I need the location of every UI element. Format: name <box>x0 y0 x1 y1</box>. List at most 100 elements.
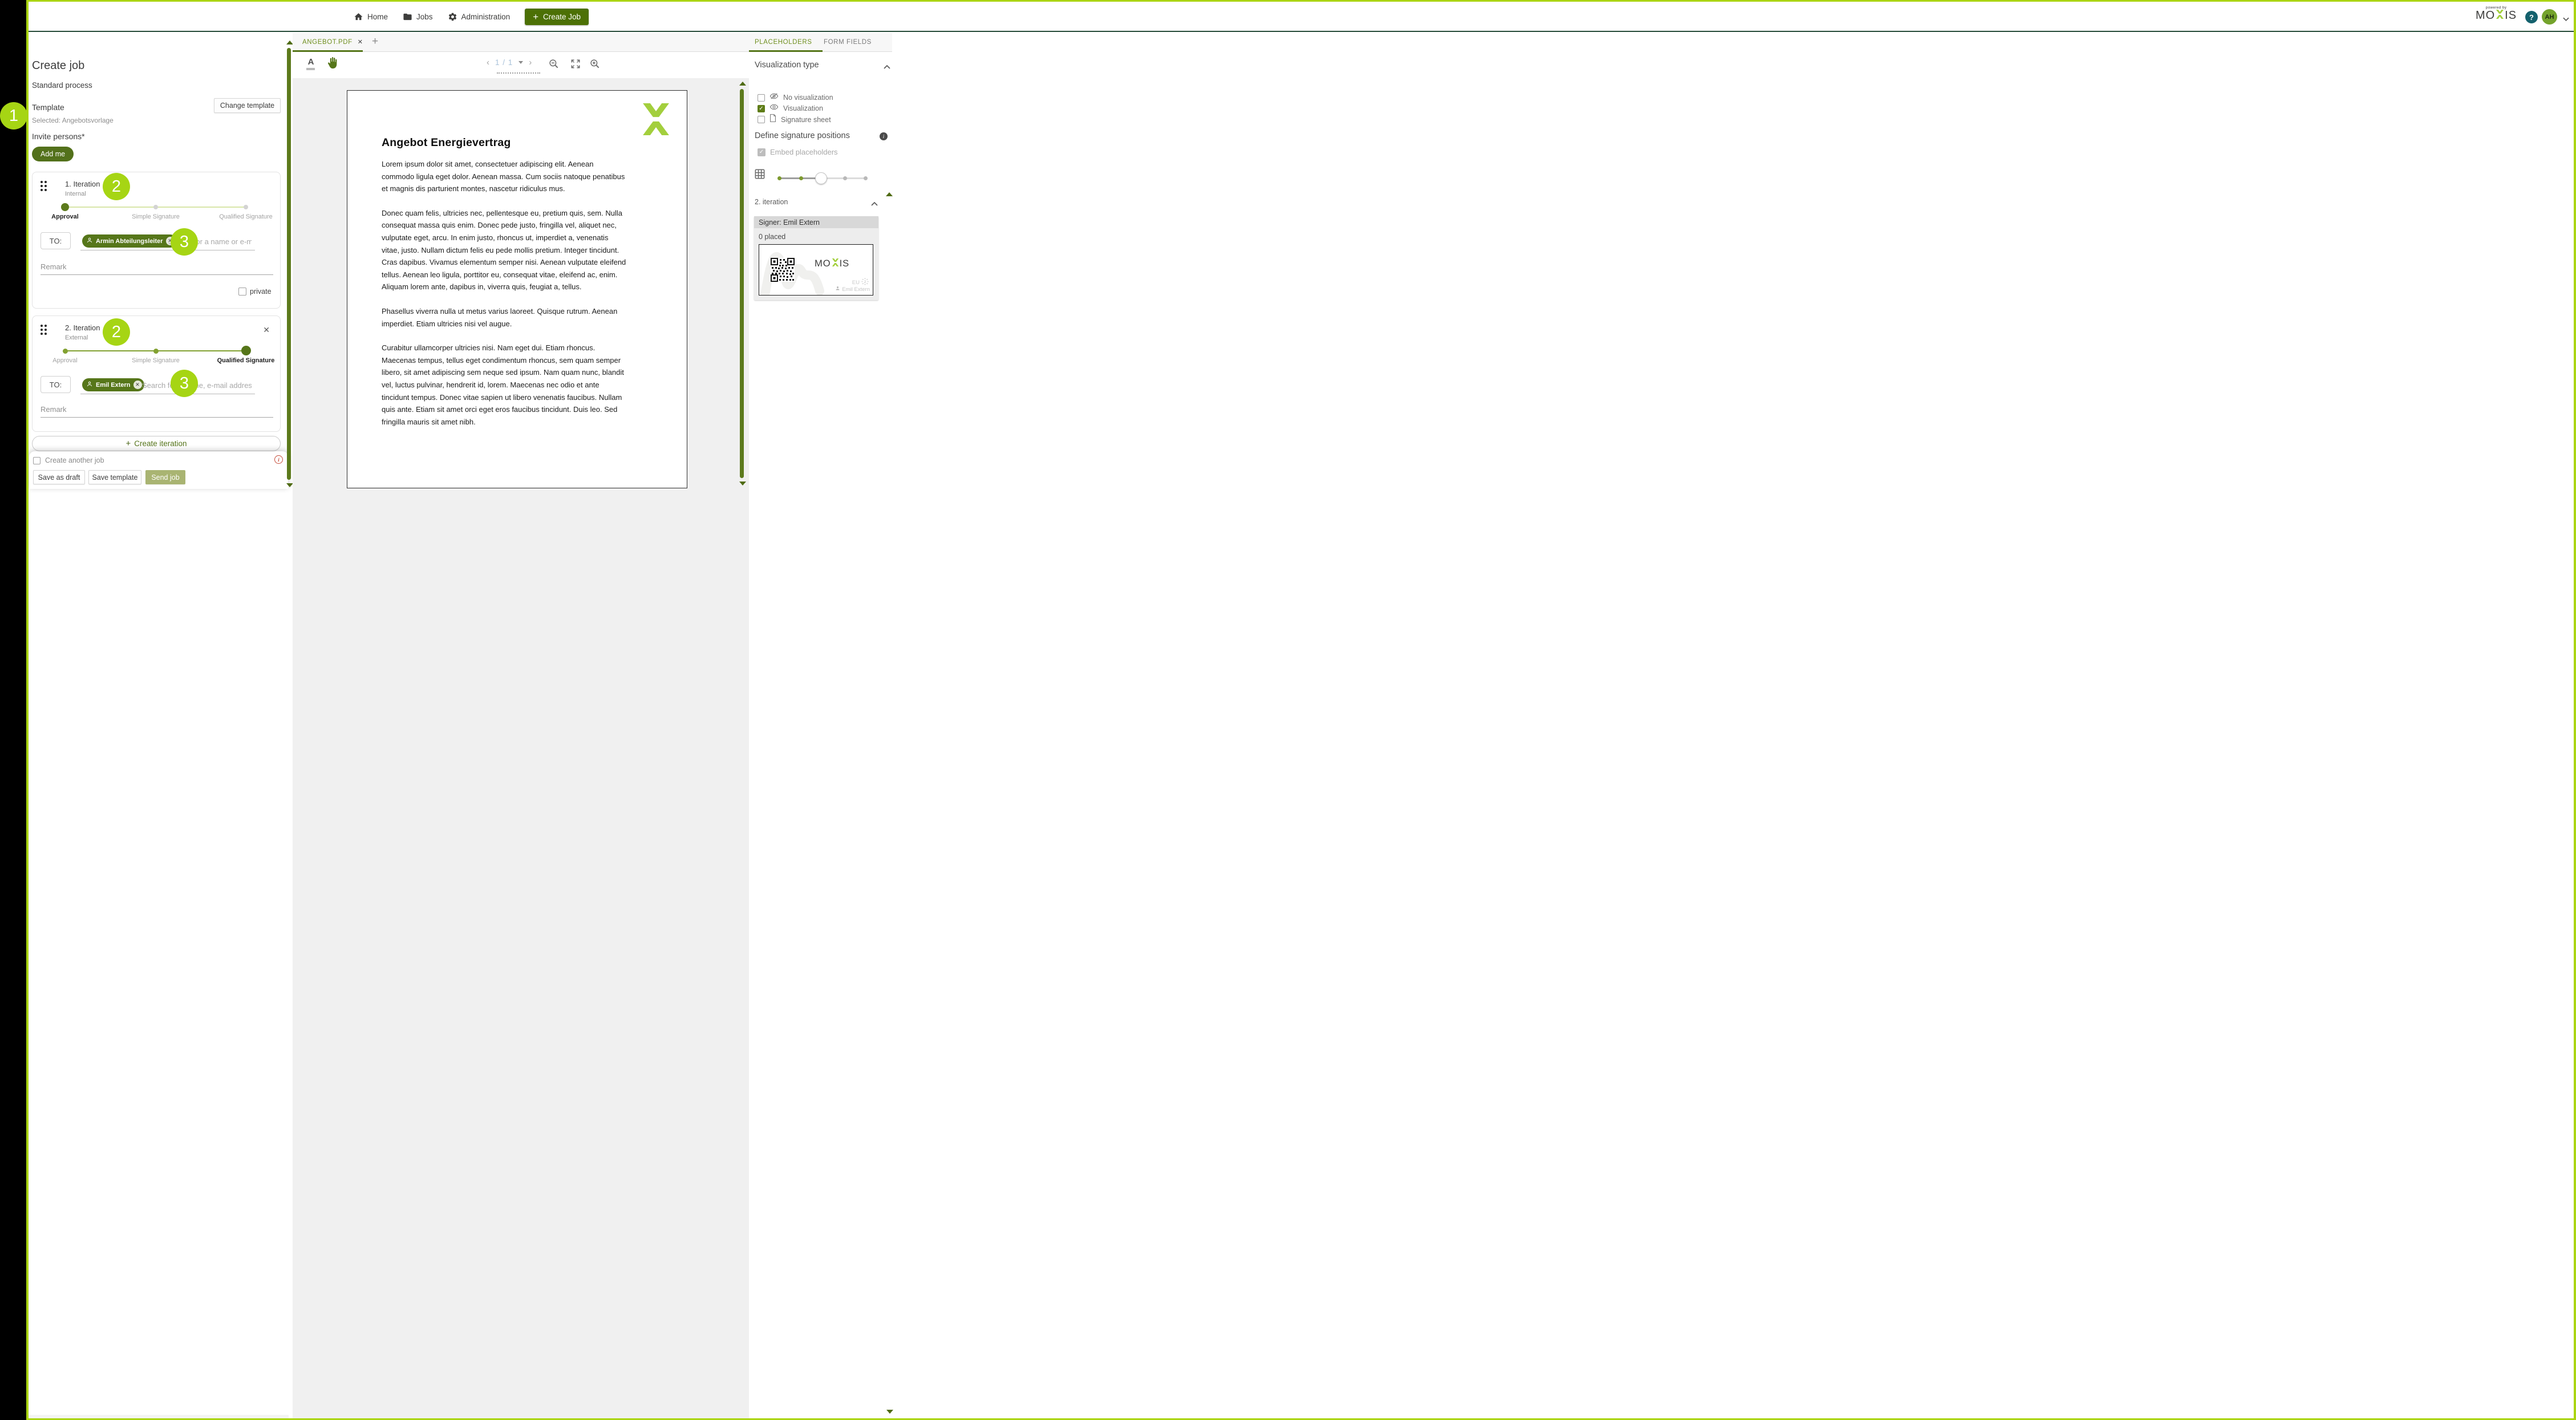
change-template-button[interactable]: Change template <box>214 98 281 113</box>
create-another-job-checkbox[interactable] <box>33 456 40 464</box>
pdf-page[interactable]: Angebot Energievertrag Lorem ipsum dolor… <box>347 90 687 488</box>
close-icon[interactable]: ✕ <box>263 326 270 334</box>
embed-placeholders-label: Embed placeholders <box>770 148 838 156</box>
private-checkbox[interactable] <box>238 288 246 296</box>
save-template-button[interactable]: Save template <box>88 470 141 484</box>
slider-stop[interactable] <box>864 176 868 180</box>
to-field-label[interactable]: TO: <box>40 232 71 249</box>
create-iteration-button[interactable]: + Create iteration <box>32 436 281 451</box>
zoom-out-icon[interactable] <box>548 58 560 72</box>
nav-home-label: Home <box>367 13 388 21</box>
plus-icon: + <box>533 11 539 22</box>
step-label-qualified-signature[interactable]: Qualified Signature <box>214 213 277 221</box>
chevron-down-icon[interactable] <box>2563 14 2569 25</box>
placeholders-panel: Visualization type No visualization ✓ Vi… <box>749 52 893 1418</box>
tab-form-fields[interactable]: FORM FIELDS <box>824 39 872 46</box>
step-label-simple-signature[interactable]: Simple Signature <box>124 213 187 221</box>
option-visualization: ✓ Visualization <box>758 103 823 114</box>
page-dropdown-icon[interactable] <box>519 61 524 64</box>
step-dot-approval[interactable] <box>61 203 69 211</box>
text-annotation-tool-icon[interactable]: A <box>306 57 315 70</box>
annotation-marker-3b: 3 <box>171 370 198 397</box>
scroll-down-icon[interactable] <box>886 1410 893 1414</box>
jobs-folder-icon <box>403 12 412 22</box>
add-me-button[interactable]: Add me <box>32 147 74 161</box>
home-icon <box>354 12 363 22</box>
help-button[interactable]: ? <box>2525 11 2538 23</box>
left-panel-scrollbar[interactable] <box>287 48 291 480</box>
previous-page-icon[interactable]: ‹ <box>487 58 489 67</box>
create-another-job-option: Create another job <box>33 456 104 464</box>
embed-placeholders-checkbox[interactable]: ✓ <box>758 148 765 156</box>
info-icon[interactable]: i <box>880 132 888 140</box>
drag-handle-icon[interactable] <box>40 181 48 191</box>
brand-mo: MO <box>2475 9 2496 22</box>
signature-sheet-label: Signature sheet <box>781 115 831 124</box>
signature-placeholder-preview[interactable]: MO IS EU 2 Emil Extern <box>759 244 873 296</box>
chevron-up-icon[interactable] <box>871 199 878 209</box>
signature-sheet-icon <box>769 114 776 125</box>
pdf-canvas: Angebot Energievertrag Lorem ipsum dolor… <box>293 78 749 1418</box>
nav-home[interactable]: Home <box>354 12 388 22</box>
slider-stop[interactable] <box>843 176 847 180</box>
nav-administration[interactable]: Administration <box>448 12 510 22</box>
pdf-scrollbar[interactable] <box>740 89 744 478</box>
close-tab-icon[interactable]: ✕ <box>358 38 363 46</box>
recipient-chip[interactable]: Armin Abteilungsleiter ✕ <box>82 234 177 248</box>
pan-hand-icon[interactable] <box>326 56 338 72</box>
remark-input[interactable] <box>40 405 273 418</box>
scroll-up-icon[interactable] <box>886 192 893 196</box>
tab-placeholders[interactable]: PLACEHOLDERS <box>755 39 812 46</box>
page-indicator[interactable]: 1 / 1 <box>495 58 513 67</box>
chevron-up-icon[interactable] <box>884 62 890 72</box>
size-slider-handle[interactable] <box>815 172 827 184</box>
paragraph: Curabitur ullamcorper ultricies nisi. Na… <box>382 343 624 426</box>
iteration-card-2: 2. Iteration External ✕ Approval Simple … <box>32 315 281 432</box>
avatar[interactable]: AH <box>2542 9 2557 25</box>
step-dot-simple[interactable] <box>153 205 158 209</box>
signature-sheet-checkbox[interactable] <box>758 116 765 123</box>
slider-stop[interactable] <box>777 176 781 180</box>
grid-icon[interactable] <box>755 169 765 182</box>
step-dot-simple[interactable] <box>153 349 159 354</box>
job-actions-card: Create another job i Save as draft Save … <box>29 451 288 489</box>
save-as-draft-button[interactable]: Save as draft <box>33 470 85 484</box>
recipient-chip[interactable]: Emil Extern ✕ <box>82 378 144 391</box>
to-field-label[interactable]: TO: <box>40 376 71 393</box>
scroll-down-icon[interactable] <box>739 482 746 486</box>
zoom-in-icon[interactable] <box>589 58 601 72</box>
recipient-chip-label: Armin Abteilungsleiter <box>96 237 163 245</box>
template-label: Template <box>32 103 64 112</box>
slider-stop[interactable] <box>799 176 803 180</box>
signer-card: Signer: Emil Extern 0 placed MO IS EU 2 … <box>754 216 878 300</box>
create-job-button[interactable]: + Create Job <box>525 9 589 25</box>
scroll-up-icon[interactable] <box>739 82 746 86</box>
send-job-button[interactable]: Send job <box>145 470 185 484</box>
moxis-logo: powered by MO IS <box>2476 6 2517 21</box>
fullscreen-icon[interactable] <box>570 58 581 72</box>
remark-input[interactable] <box>40 262 273 275</box>
step-label-approval[interactable]: Approval <box>34 213 96 221</box>
step-dot-qualified[interactable] <box>244 205 248 209</box>
next-page-icon[interactable]: › <box>529 58 532 67</box>
brand-is: IS <box>839 258 850 269</box>
visualization-type-heading: Visualization type <box>755 60 819 70</box>
drag-handle-icon[interactable] <box>40 325 48 335</box>
nav-jobs[interactable]: Jobs <box>403 12 433 22</box>
moxis-x-icon <box>2496 10 2504 21</box>
tab-angebot-pdf[interactable]: ANGEBOT.PDF ✕ <box>302 38 363 46</box>
step-dot-qualified[interactable] <box>241 346 251 355</box>
qr-code <box>770 257 795 285</box>
moxis-x-icon <box>832 258 839 269</box>
visualization-checkbox[interactable]: ✓ <box>758 104 765 112</box>
no-visualization-checkbox[interactable] <box>758 94 765 102</box>
info-icon[interactable]: i <box>274 455 283 464</box>
create-job-panel: Create job Standard process Template Cha… <box>29 33 292 1418</box>
main-nav: Home Jobs Administration + Create Job <box>354 2 589 32</box>
step-label-simple-signature[interactable]: Simple Signature <box>124 357 187 365</box>
add-document-tab-button[interactable]: + <box>372 35 378 48</box>
step-label-approval[interactable]: Approval <box>34 357 96 365</box>
step-dot-approval[interactable] <box>63 349 68 354</box>
private-option: private <box>238 288 272 296</box>
step-label-qualified-signature[interactable]: Qualified Signature <box>214 357 277 365</box>
